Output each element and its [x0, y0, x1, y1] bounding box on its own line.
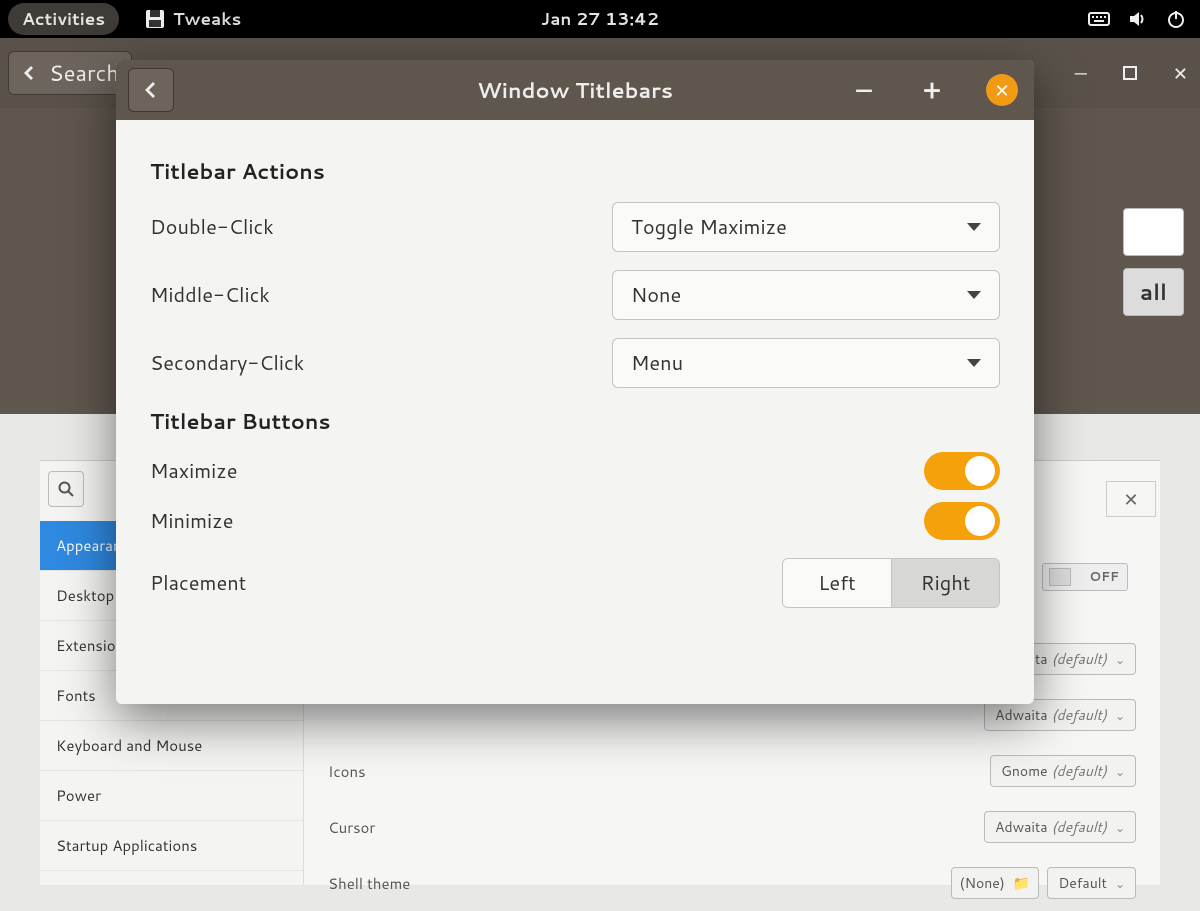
row-label: Cursor [328, 817, 508, 838]
system-status-icons[interactable] [1088, 9, 1186, 29]
close-button[interactable]: ✕ [986, 74, 1018, 106]
search-label: Search [49, 58, 119, 89]
global-dark-toggle[interactable]: OFF [1042, 563, 1128, 591]
close-icon[interactable]: ✕ [1173, 60, 1188, 86]
power-icon[interactable] [1166, 9, 1186, 29]
maximize-toggle[interactable] [924, 452, 1000, 490]
placement-option-right[interactable]: Right [891, 559, 999, 607]
middle-click-select[interactable]: None [612, 270, 1000, 320]
secondary-click-row: Secondary-Click Menu [150, 338, 1000, 388]
combo-value: Toggle Maximize [631, 213, 787, 241]
section-heading-titlebar-actions: Titlebar Actions [150, 156, 1000, 186]
appearance-row-shell: Shell theme (None) 📁 Default ⌄ [328, 855, 1136, 911]
folder-icon: 📁 [1013, 873, 1030, 893]
app-name-label: Tweaks [173, 7, 241, 31]
row-label: Shell theme [328, 873, 508, 894]
combo-value: None [631, 281, 681, 309]
secondary-click-label: Secondary-Click [150, 349, 304, 377]
dialog-title: Window Titlebars [477, 75, 673, 105]
middle-click-label: Middle-Click [150, 281, 270, 309]
sidebar-item-keyboard-mouse[interactable]: Keyboard and Mouse [40, 721, 303, 771]
volume-icon[interactable] [1128, 9, 1148, 29]
back-button[interactable] [128, 68, 174, 112]
placement-label: Placement [150, 569, 246, 597]
activities-button[interactable]: Activities [8, 3, 119, 35]
double-click-select[interactable]: Toggle Maximize [612, 202, 1000, 252]
maximize-icon[interactable] [1123, 66, 1137, 80]
maximize-button[interactable]: + [918, 76, 946, 104]
minimize-icon[interactable]: — [1075, 60, 1087, 86]
double-click-row: Double-Click Toggle Maximize [150, 202, 1000, 252]
chevron-down-icon [967, 291, 981, 299]
minimize-toggle-row: Minimize [150, 502, 1000, 540]
minimize-label: Minimize [150, 507, 233, 535]
maximize-toggle-row: Maximize [150, 452, 1000, 490]
toggle-knob [965, 506, 995, 536]
cursor-theme-select[interactable]: Adwaita (default) ⌄ [984, 811, 1136, 843]
chevron-down-icon [967, 359, 981, 367]
placement-segmented-control[interactable]: Left Right [782, 558, 1000, 608]
toggle-off-label: OFF [1089, 568, 1119, 586]
chevron-down-icon: ⌄ [1115, 875, 1125, 892]
row-label: Icons [328, 761, 508, 782]
dialog-header: Window Titlebars — + ✕ [116, 60, 1034, 120]
sidebar-item-startup[interactable]: Startup Applications [40, 821, 303, 871]
keyboard-icon[interactable] [1088, 10, 1110, 28]
dialog-body: Titlebar Actions Double-Click Toggle Max… [116, 120, 1034, 654]
shell-theme-select[interactable]: Default ⌄ [1047, 867, 1136, 899]
minimize-button[interactable]: — [850, 76, 878, 104]
placement-option-left[interactable]: Left [783, 559, 891, 607]
tab-close-button[interactable]: ✕ [1106, 481, 1156, 517]
section-heading-titlebar-buttons: Titlebar Buttons [150, 406, 1000, 436]
tweaks-app-icon [145, 9, 165, 29]
chevron-down-icon [967, 223, 981, 231]
combo-value: Menu [631, 349, 683, 377]
search-button[interactable] [48, 471, 84, 507]
maximize-label: Maximize [150, 457, 238, 485]
toggle-knob [965, 456, 995, 486]
middle-click-row: Middle-Click None [150, 270, 1000, 320]
banner-button-all[interactable]: all [1123, 268, 1184, 316]
search-bar[interactable]: Search [8, 51, 132, 95]
dialog-window-controls: — + ✕ [850, 74, 1018, 106]
appearance-row-cursor: Cursor Adwaita (default) ⌄ [328, 799, 1136, 855]
shell-theme-none-button[interactable]: (None) 📁 [951, 867, 1040, 899]
app-indicator[interactable]: Tweaks [145, 7, 241, 31]
toggle-knob [1049, 568, 1071, 586]
double-click-label: Double-Click [150, 213, 274, 241]
chevron-down-icon: ⌄ [1115, 763, 1125, 780]
minimize-toggle[interactable] [924, 502, 1000, 540]
close-icon: ✕ [994, 77, 1009, 103]
chevron-down-icon: ⌄ [1115, 819, 1125, 836]
appearance-row-icons: Icons Gnome (default) ⌄ [328, 743, 1136, 799]
chevron-down-icon: ⌄ [1115, 651, 1125, 668]
back-icon[interactable] [21, 64, 39, 82]
gnome-top-panel: Activities Tweaks Jan 27 13:42 [0, 0, 1200, 38]
banner-button-1[interactable] [1123, 208, 1184, 256]
window-titlebars-dialog: Window Titlebars — + ✕ Titlebar Actions … [116, 60, 1034, 704]
secondary-click-select[interactable]: Menu [612, 338, 1000, 388]
placement-row: Placement Left Right [150, 558, 1000, 608]
clock[interactable]: Jan 27 13:42 [541, 7, 659, 31]
icons-theme-select[interactable]: Gnome (default) ⌄ [990, 755, 1136, 787]
chevron-down-icon: ⌄ [1115, 707, 1125, 724]
sidebar-item-power[interactable]: Power [40, 771, 303, 821]
background-window-controls: — ✕ [1075, 60, 1188, 86]
